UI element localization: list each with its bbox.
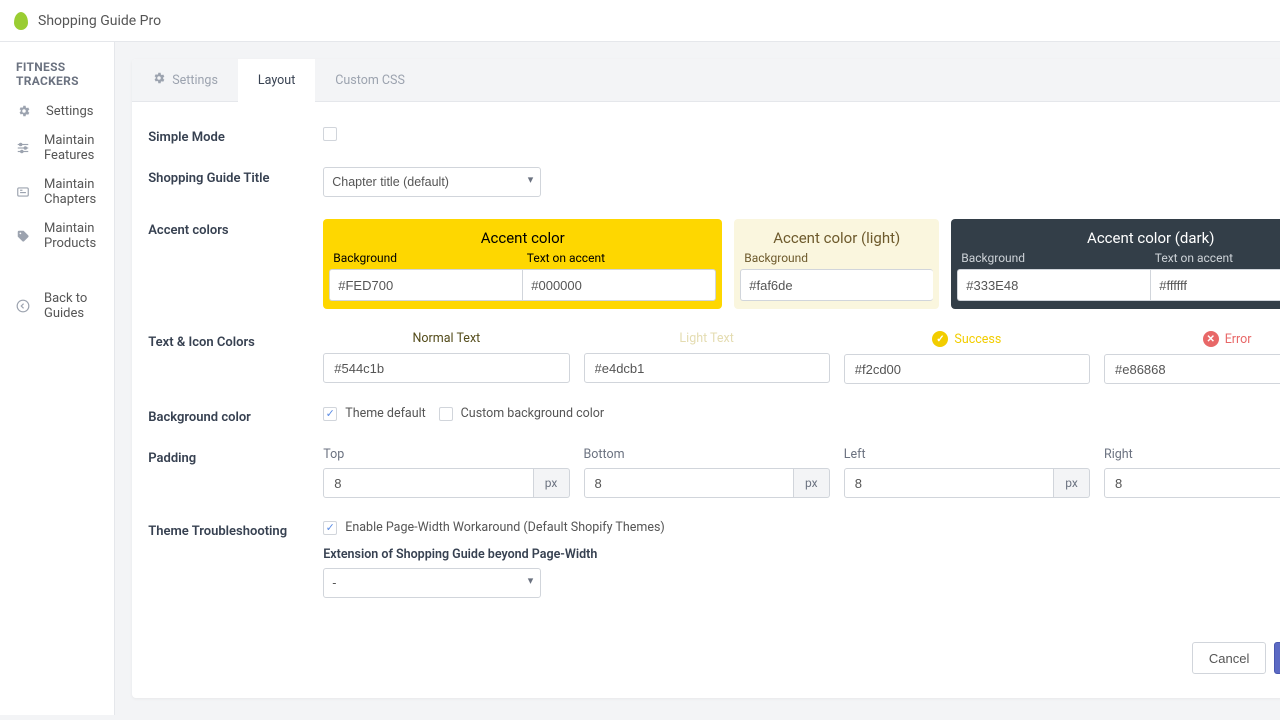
cancel-button[interactable]: Cancel	[1192, 642, 1266, 674]
sidebar-item-products[interactable]: Maintain Products	[0, 214, 114, 258]
label-custom-bg: Custom background color	[461, 406, 605, 421]
label-light-text: Light Text	[584, 331, 830, 346]
label-pad-left: Left	[844, 447, 1090, 462]
label-guide-title: Shopping Guide Title	[148, 167, 323, 197]
accent-card-main: Accent color BackgroundText on accent	[323, 219, 722, 309]
accent-title: Accent color (dark)	[957, 229, 1280, 247]
label-padding: Padding	[148, 447, 323, 498]
sidebar-item-features[interactable]: Maintain Features	[0, 126, 114, 170]
accent-title: Accent color	[329, 229, 716, 247]
sidebar-item-chapters[interactable]: Maintain Chapters	[0, 170, 114, 214]
unit-label: px	[794, 468, 830, 498]
checkbox-simple-mode[interactable]	[323, 127, 337, 141]
tag-icon	[16, 228, 30, 244]
gear-icon	[16, 103, 32, 119]
label-success: Success	[954, 332, 1001, 347]
input-accent-light-bg[interactable]	[740, 269, 933, 301]
tab-custom-css[interactable]: Custom CSS	[315, 59, 425, 101]
label-pad-bottom: Bottom	[584, 447, 830, 462]
label-page-width: Enable Page-Width Workaround (Default Sh…	[345, 520, 665, 535]
input-accent-bg[interactable]	[329, 269, 522, 301]
input-success[interactable]	[844, 354, 1090, 384]
checkbox-custom-bg[interactable]	[439, 407, 453, 421]
sidebar-item-label: Maintain Chapters	[44, 177, 98, 207]
back-arrow-icon	[16, 298, 30, 314]
select-extension[interactable]: -	[323, 568, 541, 598]
label-simple-mode: Simple Mode	[148, 126, 323, 145]
unit-label: px	[1054, 468, 1090, 498]
sidebar-item-back[interactable]: Back to Guides	[0, 284, 114, 328]
accent-card-dark: Accent color (dark) BackgroundText on ac…	[951, 219, 1280, 309]
sidebar-header: FITNESS TRACKERS	[0, 60, 114, 96]
input-pad-bottom[interactable]	[584, 468, 794, 498]
input-accent-dark-bg[interactable]	[957, 269, 1150, 301]
label-accent-colors: Accent colors	[148, 219, 323, 309]
label-text-colors: Text & Icon Colors	[148, 331, 323, 384]
chapters-icon	[16, 184, 30, 200]
label-normal-text: Normal Text	[323, 331, 569, 346]
input-light-text[interactable]	[584, 353, 830, 383]
gear-icon	[152, 71, 166, 89]
label-bg-color: Background color	[148, 406, 323, 425]
update-button[interactable]: Update	[1274, 642, 1280, 674]
sidebar: FITNESS TRACKERS Settings Maintain Featu…	[0, 42, 115, 715]
app-logo-icon	[14, 12, 28, 30]
accent-card-light: Accent color (light) Background	[734, 219, 939, 309]
sidebar-item-label: Maintain Features	[44, 133, 98, 163]
input-pad-top[interactable]	[323, 468, 533, 498]
checkbox-page-width[interactable]	[323, 521, 337, 535]
input-normal-text[interactable]	[323, 353, 569, 383]
checkbox-theme-default[interactable]	[323, 407, 337, 421]
unit-label: px	[534, 468, 570, 498]
x-circle-icon: ✕	[1203, 331, 1219, 347]
accent-title: Accent color (light)	[740, 229, 933, 247]
label-error: Error	[1225, 332, 1252, 347]
input-accent-dark-text[interactable]	[1150, 269, 1280, 301]
content-card: Settings Layout Custom CSS Simple Mode S…	[132, 59, 1280, 698]
label-theme-default: Theme default	[345, 406, 426, 421]
sidebar-item-label: Back to Guides	[44, 291, 98, 321]
tab-layout[interactable]: Layout	[238, 59, 315, 102]
label-extension: Extension of Shopping Guide beyond Page-…	[323, 547, 1280, 562]
input-error[interactable]	[1104, 354, 1280, 384]
topbar: Shopping Guide Pro	[0, 0, 1280, 42]
sidebar-item-label: Settings	[46, 104, 93, 119]
sidebar-item-settings[interactable]: Settings	[0, 96, 114, 126]
tabs: Settings Layout Custom CSS	[132, 59, 1280, 102]
tab-label: Layout	[258, 73, 295, 88]
select-guide-title[interactable]: Chapter title (default)	[323, 167, 541, 197]
tab-label: Custom CSS	[335, 73, 405, 88]
input-accent-text[interactable]	[522, 269, 716, 301]
sidebar-item-label: Maintain Products	[44, 221, 98, 251]
input-pad-left[interactable]	[844, 468, 1054, 498]
tab-settings[interactable]: Settings	[132, 59, 238, 101]
check-circle-icon: ✓	[932, 331, 948, 347]
input-pad-right[interactable]	[1104, 468, 1280, 498]
label-troubleshoot: Theme Troubleshooting	[148, 520, 323, 598]
sliders-icon	[16, 140, 30, 156]
label-pad-top: Top	[323, 447, 569, 462]
label-pad-right: Right	[1104, 447, 1280, 462]
app-title: Shopping Guide Pro	[38, 13, 161, 29]
tab-label: Settings	[172, 73, 218, 88]
